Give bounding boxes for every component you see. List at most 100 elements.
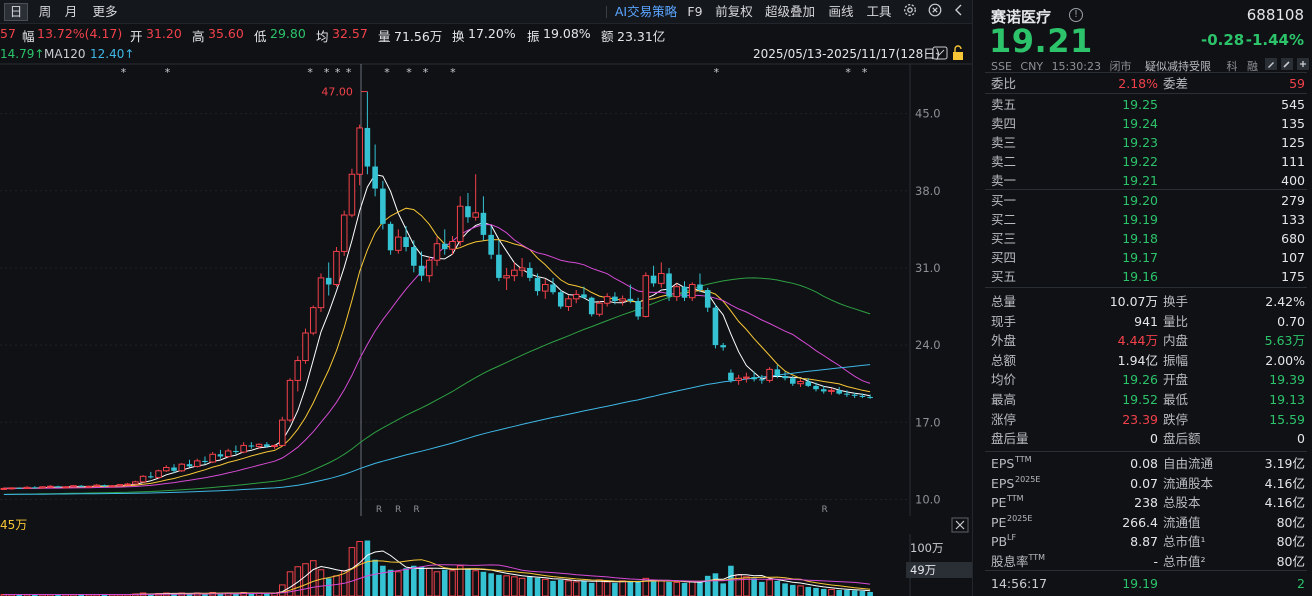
period-month-button[interactable]: 月	[60, 3, 82, 21]
right-issue-marker: R	[413, 505, 419, 515]
volume-bar	[395, 571, 402, 596]
ask-level-row[interactable]: 卖一 19.21 400	[973, 171, 1312, 190]
fundamental-row: PE 2025E 266.4 流通值 80亿	[973, 513, 1312, 532]
volume-ma-line	[3, 550, 871, 595]
candle-body	[619, 298, 626, 302]
ask-level-row[interactable]: 卖五 19.25 545	[973, 95, 1312, 114]
candle-body	[387, 223, 394, 251]
ask-level-row[interactable]: 卖三 19.23 125	[973, 133, 1312, 152]
close-circle-icon[interactable]	[926, 3, 944, 21]
bid-level-row[interactable]: 买一 19.20 279	[973, 191, 1312, 210]
candle-body	[612, 296, 618, 302]
volume-title-fragment: 45万	[0, 518, 27, 532]
ohlc-stats-row: 57 幅 13.72%(4.17) 开 31.20 高 35.60 低 29.8…	[0, 24, 972, 44]
candle-body	[395, 236, 402, 251]
event-star-marker: *	[121, 66, 127, 79]
tools-button[interactable]: 工具	[864, 3, 894, 21]
bid-level-row[interactable]: 买三 19.18 680	[973, 229, 1312, 248]
quote-stat-label: 总量	[991, 294, 1017, 309]
candle-body	[774, 369, 781, 376]
fundamental-label: PE	[991, 514, 1007, 530]
candle-body	[859, 395, 866, 397]
period-week-button[interactable]: 周	[34, 3, 56, 21]
draw-line-button[interactable]: 画线	[826, 3, 856, 21]
event-star-marker: *	[165, 66, 171, 79]
settings-icon[interactable]	[901, 3, 919, 21]
date-range-label: 2025/05/13-2025/11/17(128日)	[753, 47, 940, 61]
ai-strategy-button[interactable]: AI交易策略	[612, 3, 680, 21]
volume-bar	[325, 578, 332, 596]
ma-line	[3, 277, 871, 495]
bid-level-row[interactable]: 买五 19.16 175	[973, 267, 1312, 286]
bid-level-row[interactable]: 买二 19.19 133	[973, 210, 1312, 229]
quote-stat-value: 4.44万	[1117, 333, 1158, 349]
candlestick-chart[interactable]: 14.79↑ MA120 12.40↑ 2025/05/13-2025/11/1…	[0, 44, 972, 516]
volume-bar	[565, 580, 572, 596]
candle-body	[294, 360, 302, 381]
amount-label: 额	[601, 29, 614, 44]
event-star-marker: *	[423, 66, 429, 79]
bid-level-price: 19.16	[1122, 269, 1158, 284]
quote-stat-label: 现手	[991, 313, 1017, 329]
volume-bar	[820, 588, 827, 596]
lock-icon[interactable]	[953, 45, 963, 60]
ask-level-row[interactable]: 卖四 19.24 135	[973, 114, 1312, 133]
plus-icon[interactable]	[1297, 58, 1309, 70]
collapse-left-icon[interactable]	[950, 3, 968, 21]
candle-body	[503, 275, 510, 279]
candle-body	[116, 484, 124, 487]
candle-body	[380, 188, 386, 224]
bid-level-row[interactable]: 买四 19.17 107	[973, 248, 1312, 267]
volume-bar	[302, 563, 309, 596]
fundamental-label: 自由流通	[1163, 456, 1214, 471]
volume-chart[interactable]: 45万 100万 49万	[0, 516, 972, 596]
candle-body	[704, 290, 711, 308]
ask-level-row[interactable]: 卖二 19.22 111	[973, 152, 1312, 171]
right-issue-marker: R	[376, 505, 382, 515]
volume-bar	[774, 580, 781, 596]
info-icon[interactable]: !	[1069, 8, 1083, 22]
open-label: 开	[130, 29, 143, 44]
volume-bar	[294, 566, 302, 596]
pin-icon[interactable]	[1281, 58, 1293, 70]
fundamental-value: 80亿	[1276, 534, 1305, 550]
panel-divider	[985, 72, 1307, 73]
volume-bar	[449, 570, 456, 596]
f9-button[interactable]: F9	[684, 3, 706, 21]
period-day-button[interactable]: 日	[4, 3, 28, 21]
candle-body	[488, 234, 494, 255]
fundamental-label: 股息率	[991, 554, 1029, 569]
bid-level-price: 19.18	[1122, 231, 1158, 246]
adjust-button[interactable]: 前复权	[712, 3, 756, 21]
price-change: -0.28	[1201, 31, 1245, 49]
quote-stat-row: 总量 10.07万 换手 2.42%	[973, 292, 1312, 311]
candle-body	[372, 166, 378, 189]
ask-level-volume: 135	[1281, 116, 1305, 131]
volume-bar	[550, 580, 556, 596]
period-more-button[interactable]: 更多	[88, 3, 122, 21]
ask-level-price: 19.23	[1122, 135, 1158, 150]
swing-label: 振	[527, 29, 540, 44]
candle-body	[496, 254, 502, 278]
ask-level-label: 卖二	[991, 154, 1017, 169]
edit-icon[interactable]	[1265, 58, 1277, 70]
volume-bar	[456, 565, 464, 596]
candle-body	[425, 259, 433, 277]
candle-body	[797, 381, 804, 385]
quote-stat-value: 10.07万	[1109, 294, 1158, 309]
tick-price: 19.19	[1122, 576, 1158, 591]
candle-body	[0, 487, 8, 490]
candle-body	[317, 277, 325, 309]
candle-body	[279, 419, 286, 446]
candle-body	[171, 467, 177, 471]
bid-level-label: 买一	[991, 193, 1017, 208]
avg-label: 均	[316, 29, 329, 44]
quote-stat-row: 涨停 23.39 跌停 15.59	[973, 410, 1312, 429]
quote-stat-row: 外盘 4.44万 内盘 5.63万	[973, 331, 1312, 350]
overlay-button[interactable]: 超级叠加	[762, 3, 818, 21]
quote-stat-label: 外盘	[991, 333, 1017, 349]
volume-bar	[348, 547, 356, 596]
candle-body	[720, 345, 726, 348]
volume-bar	[588, 582, 595, 596]
candle-body	[472, 212, 479, 218]
